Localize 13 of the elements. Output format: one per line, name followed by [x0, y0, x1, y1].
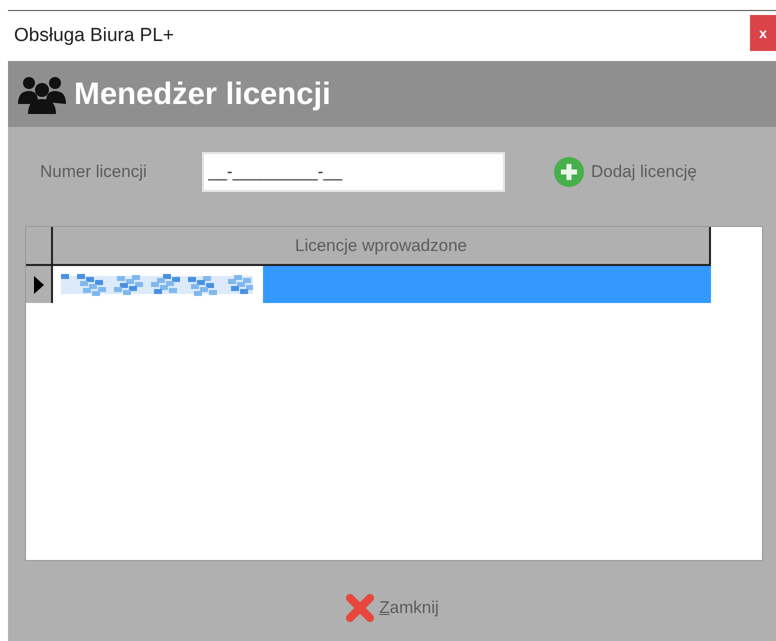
- close-button[interactable]: x: [750, 15, 776, 51]
- close-dialog-button[interactable]: Zamknij: [345, 593, 439, 623]
- current-row-icon: [34, 276, 44, 294]
- window-title: Obsługa Biura PL+: [14, 24, 174, 48]
- plus-icon: [553, 156, 585, 188]
- license-number-field[interactable]: __-_________-__: [202, 152, 505, 192]
- column-header[interactable]: Licencje wprowadzone: [53, 227, 711, 266]
- cross-icon: [345, 593, 376, 623]
- header-title: Menedżer licencji: [74, 74, 331, 113]
- field-label: Numer licencji: [40, 161, 148, 184]
- add-license-button[interactable]: Dodaj licencję: [553, 156, 697, 188]
- users-icon: [16, 74, 68, 114]
- row-indicator[interactable]: [26, 266, 53, 303]
